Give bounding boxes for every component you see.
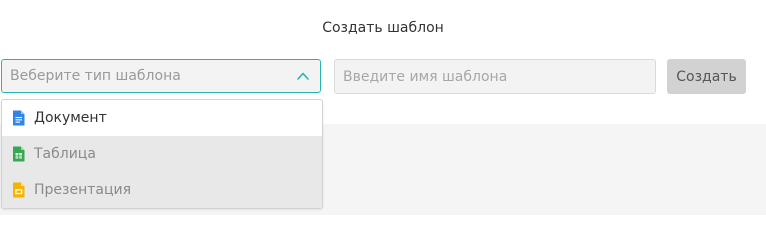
dropdown-option-label: Документ: [34, 110, 107, 126]
dropdown-option-presentation[interactable]: Презентация: [2, 172, 322, 208]
dropdown-option-spreadsheet[interactable]: Таблица: [2, 136, 322, 172]
template-type-dropdown: Документ Таблица Презентация: [1, 99, 323, 209]
dropdown-option-document[interactable]: Документ: [2, 100, 322, 136]
create-button[interactable]: Создать: [667, 59, 746, 94]
dropdown-option-label: Таблица: [34, 146, 96, 162]
spreadsheet-icon: [13, 146, 25, 162]
chevron-up-icon[interactable]: [296, 69, 310, 83]
template-type-select[interactable]: Веберите тип шаблона: [1, 59, 321, 93]
template-name-input[interactable]: [334, 59, 656, 94]
document-icon: [13, 110, 25, 126]
page-title: Создать шаблон: [322, 20, 444, 36]
dropdown-option-label: Презентация: [34, 182, 132, 198]
template-type-placeholder: Веберите тип шаблона: [10, 68, 181, 84]
presentation-icon: [13, 182, 25, 198]
